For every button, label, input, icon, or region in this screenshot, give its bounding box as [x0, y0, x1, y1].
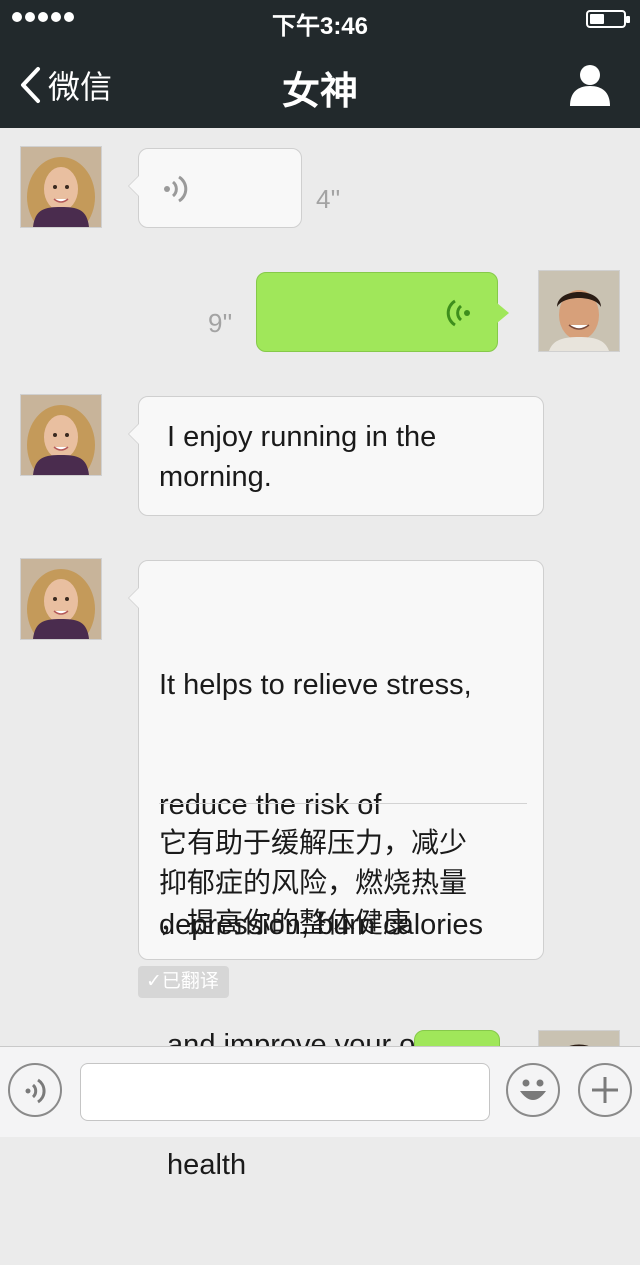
- translation-divider: [159, 803, 527, 804]
- add-button[interactable]: [578, 1063, 632, 1117]
- voice-duration: 9'': [208, 308, 233, 338]
- contact-avatar[interactable]: [20, 558, 102, 640]
- emoji-button[interactable]: [506, 1063, 560, 1117]
- nav-bar: 微信 女神: [0, 40, 640, 128]
- woman-portrait-image: [21, 559, 101, 639]
- chat-title: 女神: [281, 71, 358, 113]
- top-bar: 下午3:46 微信 女神: [0, 0, 640, 128]
- battery-icon: [586, 10, 630, 28]
- man-portrait-image: [539, 271, 619, 351]
- contact-avatar[interactable]: [20, 146, 102, 228]
- message-text: I enjoy running in the morning.: [159, 421, 437, 493]
- plus-icon: [592, 1077, 618, 1103]
- woman-portrait-image: [21, 147, 101, 227]
- input-bar: [0, 1046, 640, 1137]
- check-icon: ✓: [146, 971, 162, 992]
- text-message-bubble[interactable]: I enjoy running in the morning.: [128, 396, 544, 516]
- my-avatar[interactable]: [538, 270, 620, 352]
- voice-wave-icon: [25, 1078, 46, 1104]
- voice-input-button[interactable]: [8, 1063, 62, 1117]
- person-icon[interactable]: [568, 62, 612, 106]
- smiley-icon: [520, 1079, 546, 1100]
- voice-wave-icon: [446, 299, 470, 327]
- translation-text: 它有助于缓解压力，减少 抑郁症的风险，燃烧热量 ，提高你的整体健康: [159, 826, 468, 939]
- translated-badge: ✓已翻译: [138, 966, 229, 998]
- sent-voice-message-bubble[interactable]: [256, 272, 509, 352]
- voice-wave-icon: [164, 175, 188, 203]
- woman-portrait-image: [21, 395, 101, 475]
- voice-message-bubble[interactable]: [128, 148, 302, 228]
- status-bar: 下午3:46: [0, 0, 640, 40]
- status-time: 下午3:46: [271, 13, 369, 40]
- voice-duration: 4'': [316, 184, 341, 214]
- contact-avatar[interactable]: [20, 394, 102, 476]
- translated-message-bubble[interactable]: It helps to relieve stress, reduce the r…: [128, 560, 544, 1181]
- message-input[interactable]: [80, 1063, 490, 1121]
